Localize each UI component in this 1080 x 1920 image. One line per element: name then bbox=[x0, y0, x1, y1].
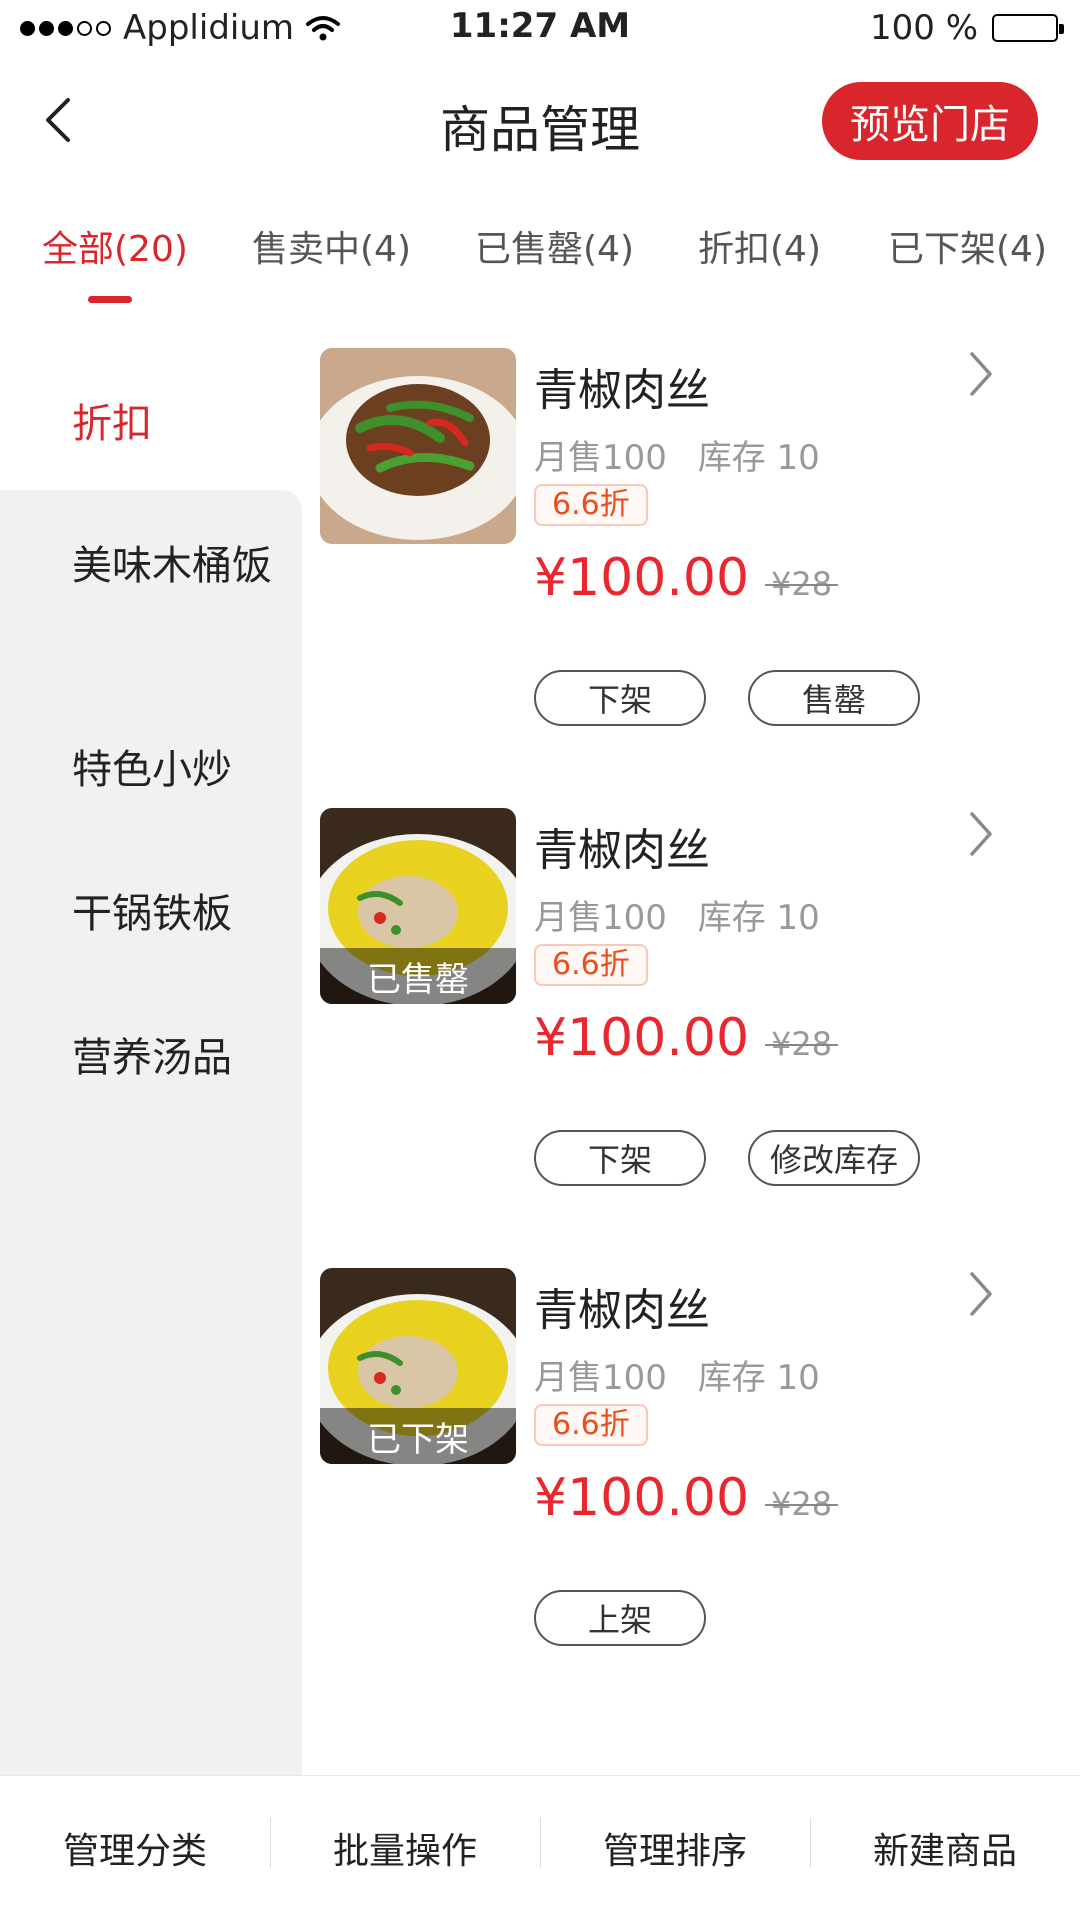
original-price: ¥28 bbox=[765, 1025, 839, 1063]
chevron-right-icon[interactable] bbox=[960, 1268, 1000, 1320]
category-sidebar: 折扣 美味木桶饭 特色小炒 干锅铁板 营养汤品 bbox=[0, 340, 302, 1775]
product-actions: 上架 bbox=[534, 1590, 706, 1646]
product-card[interactable]: 已售罄 青椒肉丝 月售100 库存 10 6.6折 ¥100.00 ¥28 下架… bbox=[320, 808, 1060, 1228]
product-image: 已售罄 bbox=[320, 808, 516, 1004]
filter-tabs: 全部(20) 售卖中(4) 已售罄(4) 折扣(4) 已下架(4) bbox=[0, 220, 1080, 310]
edit-stock-button[interactable]: 修改库存 bbox=[748, 1130, 920, 1186]
product-name: 青椒肉丝 bbox=[534, 825, 710, 876]
discount-badge: 6.6折 bbox=[534, 484, 648, 526]
product-image: 已下架 bbox=[320, 1268, 516, 1464]
status-bar: Applidium 11:27 AM 100 % bbox=[0, 0, 1080, 56]
tab-discount[interactable]: 折扣(4) bbox=[698, 220, 821, 272]
product-meta: 月售100 库存 10 bbox=[534, 430, 820, 479]
price-row: ¥100.00 ¥28 bbox=[534, 1468, 839, 1528]
sold-out-button[interactable]: 售罄 bbox=[748, 670, 920, 726]
chevron-right-icon[interactable] bbox=[960, 808, 1000, 860]
battery-label: 100 % bbox=[869, 8, 978, 48]
tab-all[interactable]: 全部(20) bbox=[42, 220, 188, 272]
take-down-button[interactable]: 下架 bbox=[534, 670, 706, 726]
product-name: 青椒肉丝 bbox=[534, 1285, 710, 1336]
manage-categories-button[interactable]: 管理分类 bbox=[0, 1822, 270, 1874]
product-name: 青椒肉丝 bbox=[534, 365, 710, 416]
batch-operation-button[interactable]: 批量操作 bbox=[270, 1818, 540, 1874]
product-meta: 月售100 库存 10 bbox=[534, 1350, 820, 1399]
monthly-sales: 月售100 bbox=[534, 1358, 667, 1398]
put-on-shelf-button[interactable]: 上架 bbox=[534, 1590, 706, 1646]
current-price: ¥100.00 bbox=[534, 1008, 750, 1068]
current-price: ¥100.00 bbox=[534, 548, 750, 608]
product-image bbox=[320, 348, 516, 544]
sidebar-item-soup[interactable]: 营养汤品 bbox=[72, 1030, 272, 1086]
price-row: ¥100.00 ¥28 bbox=[534, 548, 839, 608]
sidebar-item-dry-pot[interactable]: 干锅铁板 bbox=[72, 886, 272, 942]
stock-count: 库存 10 bbox=[697, 438, 820, 478]
header: 商品管理 预览门店 bbox=[0, 56, 1080, 186]
preview-store-button[interactable]: 预览门店 bbox=[822, 82, 1038, 160]
price-row: ¥100.00 ¥28 bbox=[534, 1008, 839, 1068]
discount-badge: 6.6折 bbox=[534, 1404, 648, 1446]
new-product-button[interactable]: 新建商品 bbox=[810, 1818, 1080, 1874]
original-price: ¥28 bbox=[765, 565, 839, 603]
status-overlay: 已下架 bbox=[320, 1408, 516, 1464]
current-price: ¥100.00 bbox=[534, 1468, 750, 1528]
chevron-right-icon[interactable] bbox=[960, 348, 1000, 400]
product-meta: 月售100 库存 10 bbox=[534, 890, 820, 939]
product-actions: 下架 修改库存 bbox=[534, 1130, 920, 1186]
original-price: ¥28 bbox=[765, 1485, 839, 1523]
monthly-sales: 月售100 bbox=[534, 898, 667, 938]
stock-count: 库存 10 bbox=[697, 1358, 820, 1398]
sidebar-item-stir-fry[interactable]: 特色小炒 bbox=[72, 742, 272, 798]
product-actions: 下架 售罄 bbox=[534, 670, 920, 726]
product-card[interactable]: 已下架 青椒肉丝 月售100 库存 10 6.6折 ¥100.00 ¥28 上架 bbox=[320, 1268, 1060, 1688]
sidebar-item-wooden-bucket-rice[interactable]: 美味木桶饭 bbox=[72, 538, 272, 594]
active-tab-indicator bbox=[88, 296, 132, 303]
sidebar-background bbox=[0, 490, 302, 1775]
manage-sort-button[interactable]: 管理排序 bbox=[540, 1818, 810, 1874]
discount-badge: 6.6折 bbox=[534, 944, 648, 986]
tab-sold-out[interactable]: 已售罄(4) bbox=[475, 220, 634, 272]
tab-off-shelf[interactable]: 已下架(4) bbox=[888, 220, 1047, 272]
monthly-sales: 月售100 bbox=[534, 438, 667, 478]
battery-icon bbox=[992, 14, 1064, 42]
tab-on-sale[interactable]: 售卖中(4) bbox=[252, 220, 411, 272]
product-card[interactable]: 青椒肉丝 月售100 库存 10 6.6折 ¥100.00 ¥28 下架 售罄 bbox=[320, 348, 1060, 768]
status-right: 100 % bbox=[869, 8, 1064, 48]
sidebar-item-discount[interactable]: 折扣 bbox=[72, 396, 272, 452]
take-down-button[interactable]: 下架 bbox=[534, 1130, 706, 1186]
bottom-toolbar: 管理分类 批量操作 管理排序 新建商品 bbox=[0, 1775, 1080, 1920]
stock-count: 库存 10 bbox=[697, 898, 820, 938]
status-overlay: 已售罄 bbox=[320, 948, 516, 1004]
